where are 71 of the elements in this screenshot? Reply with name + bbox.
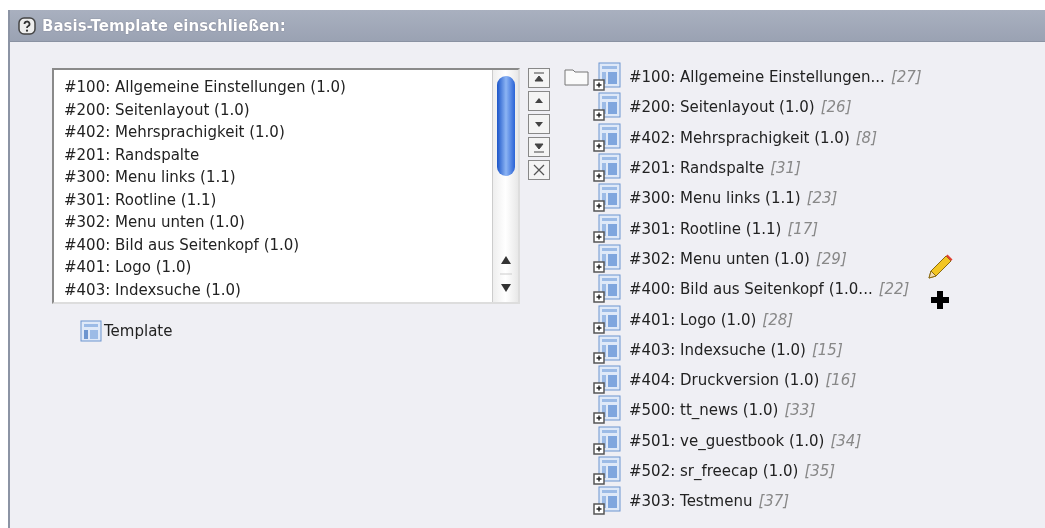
move-up-button[interactable] xyxy=(528,91,550,111)
folder-icon xyxy=(564,68,590,87)
list-option[interactable]: #100: Allgemeine Einstellungen (1.0) xyxy=(64,76,492,99)
help-icon[interactable] xyxy=(18,16,36,35)
template-uid: [23] xyxy=(806,189,838,208)
template-item[interactable]: #100: Allgemeine Einstellungen... xyxy=(629,68,885,87)
close-icon xyxy=(531,162,547,178)
template-icon xyxy=(593,122,621,153)
template-icon xyxy=(593,334,621,365)
template-item[interactable]: #404: Druckversion (1.0) xyxy=(629,371,820,390)
template-uid: [31] xyxy=(770,159,801,178)
template-item[interactable]: #303: Testmenu xyxy=(629,492,753,511)
list-option[interactable]: #300: Menu links (1.1) xyxy=(64,166,492,189)
template-item[interactable]: #500: tt_news (1.0) xyxy=(629,401,779,420)
template-uid: [17] xyxy=(787,219,819,238)
scroll-thumb[interactable] xyxy=(496,76,515,176)
template-icon xyxy=(593,304,621,335)
scrollbar[interactable] xyxy=(492,70,518,302)
section-title: Basis-Template einschließen: xyxy=(42,16,286,35)
move-bottom-button[interactable] xyxy=(528,137,550,157)
template-icon xyxy=(593,183,621,214)
remove-button[interactable] xyxy=(528,160,550,180)
pencil-icon[interactable] xyxy=(925,254,954,280)
list-option[interactable]: #302: Menu unten (1.0) xyxy=(64,211,492,234)
template-icon xyxy=(593,395,621,426)
template-item[interactable]: #400: Bild aus Seitenkopf (1.0... xyxy=(629,280,873,299)
template-icon xyxy=(593,243,621,274)
template-uid: [28] xyxy=(762,310,794,329)
plus-icon[interactable] xyxy=(929,290,950,310)
template-item[interactable]: #301: Rootline (1.1) xyxy=(629,219,782,238)
template-item[interactable]: #403: Indexsuche (1.0) xyxy=(629,340,806,359)
template-item[interactable]: #300: Menu links (1.1) xyxy=(629,189,801,208)
template-uid: [26] xyxy=(820,98,852,117)
template-icon xyxy=(593,153,621,184)
template-uid: [37] xyxy=(758,492,790,511)
template-uid: [29] xyxy=(815,249,847,268)
template-item[interactable]: #502: sr_freecap (1.0) xyxy=(629,462,799,480)
template-uid: [27] xyxy=(890,68,922,87)
template-icon xyxy=(593,486,621,517)
template-item[interactable]: #201: Randspalte xyxy=(629,159,765,178)
template-uid: [34] xyxy=(830,431,862,450)
template-item[interactable]: #302: Menu unten (1.0) xyxy=(629,249,810,268)
template-uid: [16] xyxy=(825,371,857,390)
template-icon xyxy=(593,456,621,486)
move-top-button[interactable] xyxy=(528,68,550,88)
list-option[interactable]: #400: Bild aus Seitenkopf (1.0) xyxy=(64,233,492,256)
template-item[interactable]: #200: Seitenlayout (1.0) xyxy=(629,98,815,117)
template-item[interactable]: #402: Mehrsprachigkeit (1.0) xyxy=(629,128,850,147)
template-icon xyxy=(593,425,621,456)
template-uid: [15] xyxy=(811,340,843,359)
template-uid: [33] xyxy=(784,401,816,420)
template-uid: [22] xyxy=(878,280,910,299)
template-item[interactable]: #401: Logo (1.0) xyxy=(629,310,757,329)
list-option[interactable]: #402: Mehrsprachigkeit (1.0) xyxy=(64,121,492,144)
template-icon xyxy=(593,213,621,244)
template-icon xyxy=(80,320,102,342)
move-down-button[interactable] xyxy=(528,114,550,134)
template-list[interactable] xyxy=(52,68,520,304)
list-option[interactable]: #201: Randspalte xyxy=(64,143,492,166)
template-icon xyxy=(593,92,621,123)
template-icon xyxy=(593,62,621,93)
template-uid: [8] xyxy=(855,128,877,147)
list-option[interactable]: #401: Logo (1.0) xyxy=(64,256,492,279)
template-link[interactable]: Template xyxy=(80,320,550,342)
template-uid: [35] xyxy=(804,462,836,480)
template-icon xyxy=(593,365,621,396)
template-item[interactable]: #501: ve_guestbook (1.0) xyxy=(629,431,825,450)
list-option[interactable]: #301: Rootline (1.1) xyxy=(64,188,492,211)
list-option[interactable]: #200: Seitenlayout (1.0) xyxy=(64,98,492,121)
list-option[interactable]: #403: Indexsuche (1.0) xyxy=(64,278,492,301)
template-icon xyxy=(593,274,621,305)
